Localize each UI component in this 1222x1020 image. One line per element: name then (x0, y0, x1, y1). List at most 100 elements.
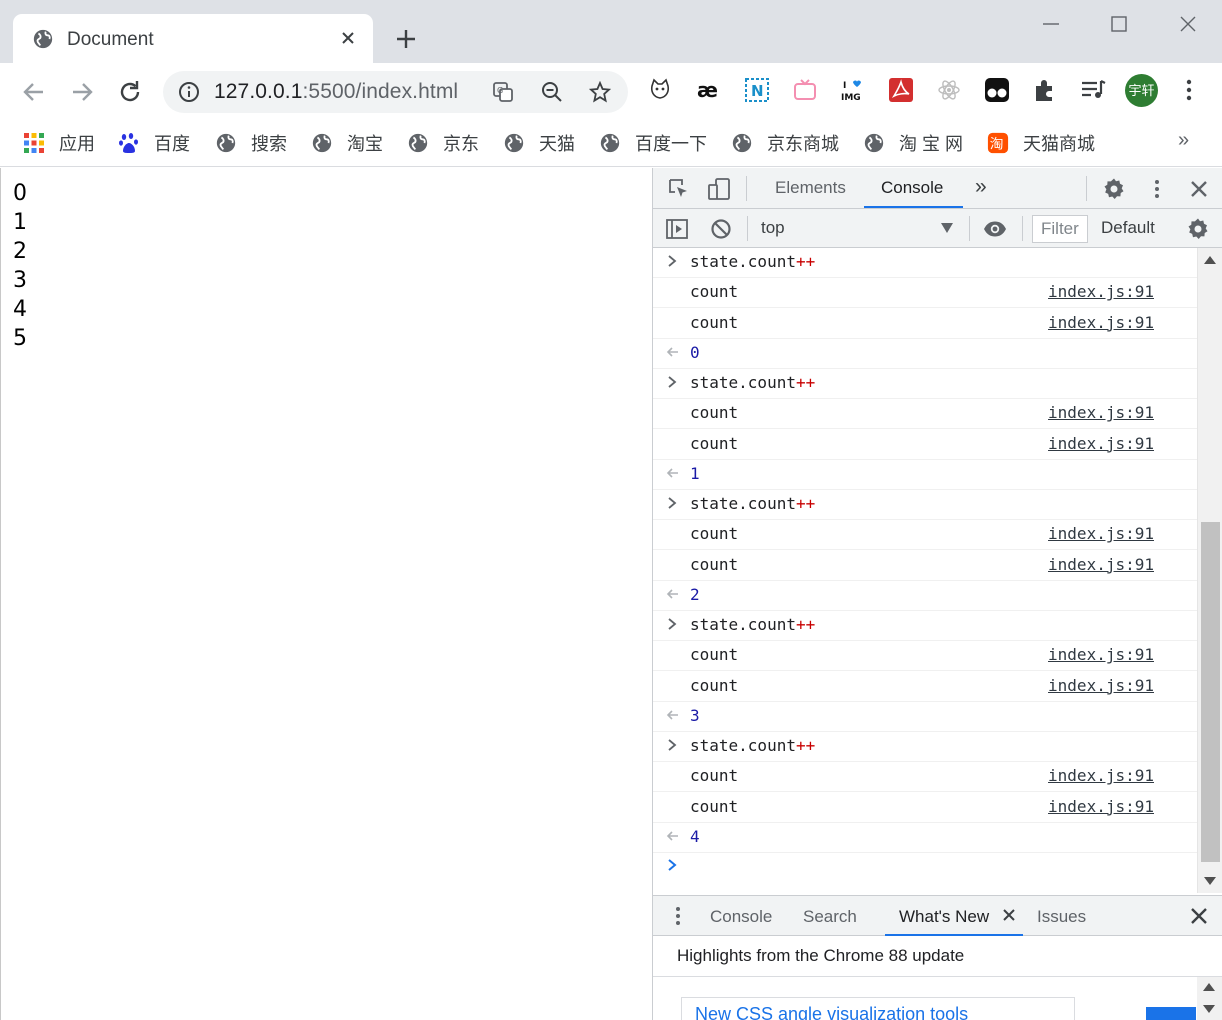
drawer-tab-search[interactable]: Search (803, 907, 857, 927)
browser-tab[interactable]: Document (13, 14, 373, 63)
bookmark-jd[interactable]: 京东 (407, 130, 479, 156)
log-source-link[interactable]: index.js:91 (1048, 555, 1154, 574)
zoom-icon[interactable] (541, 81, 563, 103)
console-input-row: state.count++ (653, 611, 1197, 641)
translate-icon[interactable]: G (492, 81, 514, 103)
img-extension-icon[interactable]: I IMG (840, 77, 866, 103)
address-bar[interactable]: 127.0.0.1:5500/index.html G (163, 71, 628, 113)
eye-icon[interactable] (983, 217, 1007, 241)
console-scrollbar[interactable] (1197, 248, 1222, 893)
drawer-tab-console[interactable]: Console (710, 907, 772, 927)
close-drawer-icon[interactable] (1187, 904, 1211, 928)
bookmark-baidu-search[interactable]: 百度一下 (599, 130, 707, 156)
info-icon[interactable] (178, 81, 200, 103)
bookmark-search[interactable]: 搜索 (215, 130, 287, 156)
context-selector[interactable]: top (761, 218, 785, 238)
bookmark-tmall-mall[interactable]: 淘 天猫商城 (987, 130, 1095, 156)
device-toolbar-icon[interactable] (707, 177, 731, 201)
chevron-right-icon (668, 255, 677, 267)
scroll-up-icon[interactable] (1203, 254, 1217, 266)
close-tab-icon[interactable] (1000, 906, 1018, 924)
plus-icon[interactable] (394, 27, 418, 51)
bookmark-label: 京东 (443, 134, 479, 154)
result-arrow-icon (666, 831, 678, 841)
drawer-menu-icon[interactable] (666, 904, 690, 928)
log-message: count (690, 645, 739, 665)
log-source-link[interactable]: index.js:91 (1048, 313, 1154, 332)
console-settings-icon[interactable] (1186, 217, 1210, 241)
gear-icon[interactable] (1102, 177, 1126, 201)
tab-console[interactable]: Console (881, 178, 943, 198)
console-result-row: 3 (653, 702, 1197, 732)
cat-extension-icon[interactable] (647, 77, 673, 103)
bookmark-taobao-net[interactable]: 淘 宝 网 (863, 130, 963, 156)
bookmark-jd-mall[interactable]: 京东商城 (731, 130, 839, 156)
log-message: count (690, 312, 739, 332)
tab-elements[interactable]: Elements (775, 178, 846, 198)
expression-text: state.count (690, 615, 796, 634)
close-devtools-icon[interactable] (1187, 177, 1211, 201)
bookmark-label: 搜索 (251, 134, 287, 154)
log-source-link[interactable]: index.js:91 (1048, 645, 1154, 664)
log-source-link[interactable]: index.js:91 (1048, 676, 1154, 695)
whats-new-card[interactable]: New CSS angle visualization tools (681, 997, 1075, 1020)
extensions-icon[interactable] (1032, 77, 1058, 103)
back-icon[interactable] (20, 78, 48, 106)
log-source-link[interactable]: index.js:91 (1048, 524, 1154, 543)
bookmark-tmall[interactable]: 天猫 (503, 130, 575, 156)
drawer-tab-whats-new[interactable]: What's New (899, 907, 989, 927)
filter-input[interactable]: Filter (1032, 215, 1088, 243)
log-levels-dropdown[interactable]: Default (1101, 218, 1155, 238)
clear-console-icon[interactable] (709, 217, 733, 241)
maximize-icon[interactable] (1107, 12, 1131, 36)
drawer-tab-issues[interactable]: Issues (1037, 907, 1086, 927)
menu-icon[interactable] (1176, 77, 1202, 103)
drawer-scrollbar[interactable] (1197, 977, 1222, 1020)
operator-text: ++ (795, 736, 816, 755)
pdf-extension-icon[interactable] (888, 77, 914, 103)
log-source-link[interactable]: index.js:91 (1048, 403, 1154, 422)
more-tabs-button[interactable]: » (975, 175, 987, 199)
console-log-row: count index.js:91 (653, 399, 1197, 430)
close-icon[interactable] (339, 29, 357, 47)
star-icon[interactable] (589, 81, 611, 103)
window-close-icon[interactable] (1176, 12, 1200, 36)
whats-new-button[interactable] (1146, 1007, 1196, 1020)
browser-toolbar: 127.0.0.1:5500/index.html G æ N I IMG 宇轩 (0, 63, 1222, 121)
svg-text:æ: æ (697, 78, 718, 102)
bookmark-apps[interactable]: 应用 (23, 130, 95, 156)
console-input-row: state.count++ (653, 732, 1197, 762)
n-extension-icon[interactable]: N (744, 77, 770, 103)
bookmarks-overflow-button[interactable]: » (1178, 129, 1189, 152)
bookmark-taobao[interactable]: 淘宝 (311, 130, 383, 156)
log-message: count (690, 282, 739, 302)
divider (746, 176, 747, 201)
scroll-up-icon[interactable] (1202, 981, 1216, 993)
react-extension-icon[interactable] (936, 77, 962, 103)
reload-icon[interactable] (116, 78, 144, 106)
log-source-link[interactable]: index.js:91 (1048, 797, 1154, 816)
scroll-down-icon[interactable] (1203, 875, 1217, 887)
reading-list-icon[interactable] (1080, 77, 1106, 103)
bookmark-baidu[interactable]: 百度 (118, 130, 190, 156)
minimize-icon[interactable] (1039, 12, 1063, 36)
whats-new-card-link[interactable]: New CSS angle visualization tools (695, 1004, 968, 1020)
sidebar-toggle-icon[interactable] (665, 217, 689, 241)
console-log-row: count index.js:91 (653, 430, 1197, 460)
tv-extension-icon[interactable] (792, 77, 818, 103)
scroll-down-icon[interactable] (1202, 1003, 1216, 1015)
scrollbar-thumb[interactable] (1201, 522, 1220, 862)
log-source-link[interactable]: index.js:91 (1048, 434, 1154, 453)
tampermonkey-icon[interactable] (984, 77, 1010, 103)
console-result-row: 4 (653, 823, 1197, 853)
count-line: 0 (13, 181, 27, 206)
log-source-link[interactable]: index.js:91 (1048, 766, 1154, 785)
log-source-link[interactable]: index.js:91 (1048, 282, 1154, 301)
profile-avatar[interactable]: 宇轩 (1125, 74, 1158, 107)
ae-extension-icon[interactable]: æ (696, 77, 722, 103)
console-prompt-icon[interactable] (665, 857, 679, 873)
kebab-menu-icon[interactable] (1145, 177, 1169, 201)
inspect-element-icon[interactable] (667, 177, 691, 201)
forward-icon[interactable] (68, 78, 96, 106)
log-message: count (690, 796, 739, 816)
